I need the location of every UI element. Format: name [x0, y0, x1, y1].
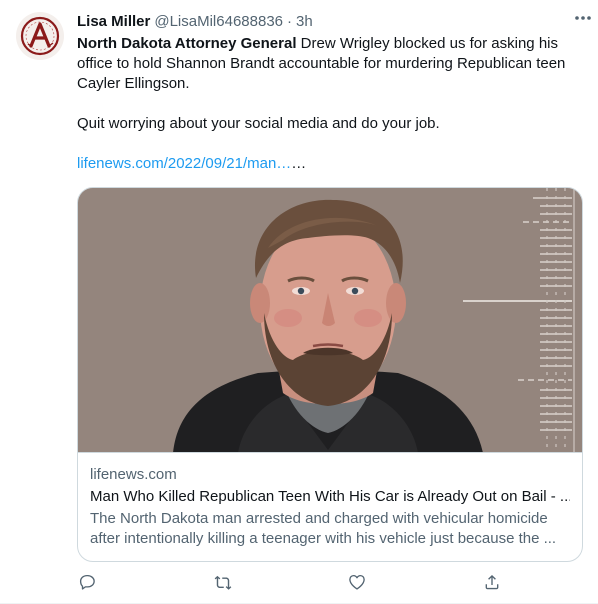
- author-handle[interactable]: @LisaMil64688836: [154, 12, 283, 32]
- separator-dot: ·: [287, 13, 293, 30]
- avatar[interactable]: [16, 12, 64, 60]
- tweet-link-suffix: …: [291, 155, 307, 172]
- author-name[interactable]: Lisa Miller: [77, 12, 150, 32]
- card-domain: lifenews.com: [90, 466, 177, 483]
- tweet-text-line2: Quit worrying about your social media an…: [77, 115, 440, 132]
- link-card[interactable]: lifenews.com Man Who Killed Republican T…: [77, 187, 583, 562]
- more-button[interactable]: [572, 8, 594, 28]
- tweet-header: Lisa Miller @LisaMil64688836 · 3h: [77, 12, 585, 32]
- retweet-icon: [214, 575, 232, 590]
- tweet-text-bold: North Dakota Attorney General: [77, 35, 297, 52]
- like-button[interactable]: [347, 572, 367, 592]
- tweet-body: Lisa Miller @LisaMil64688836 · 3h North …: [77, 12, 585, 590]
- tweet-actions: [77, 572, 507, 592]
- mugshot-photo: [78, 188, 582, 452]
- tweet-link[interactable]: lifenews.com/2022/09/21/man…: [77, 155, 291, 172]
- share-button[interactable]: [482, 572, 502, 592]
- more-icon: [575, 16, 591, 20]
- heart-icon: [349, 574, 365, 590]
- card-title: Man Who Killed Republican Teen With His …: [90, 488, 570, 505]
- tweet[interactable]: Lisa Miller @LisaMil64688836 · 3h North …: [0, 0, 598, 604]
- share-icon: [485, 574, 499, 590]
- card-image: [78, 188, 582, 453]
- reply-button[interactable]: [77, 572, 97, 592]
- tweet-text: North Dakota Attorney General Drew Wrigl…: [77, 34, 582, 174]
- card-description: The North Dakota man arrested and charge…: [90, 510, 557, 547]
- tweet-time[interactable]: 3h: [296, 12, 313, 32]
- circled-a-logo: [16, 12, 64, 60]
- reply-icon: [79, 574, 95, 590]
- card-meta: lifenews.com Man Who Killed Republican T…: [78, 453, 582, 549]
- retweet-button[interactable]: [213, 572, 233, 592]
